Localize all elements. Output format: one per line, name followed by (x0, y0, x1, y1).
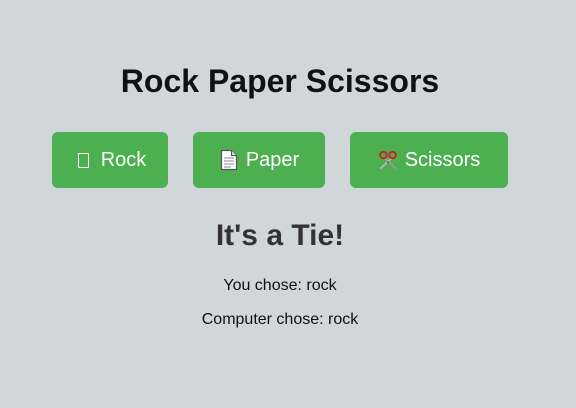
result-message: It's a Tie! (215, 219, 345, 252)
scissors-icon (378, 149, 398, 171)
scissors-button[interactable]: Scissors (350, 132, 508, 188)
game-page: Rock Paper Scissors Rock Paper Scissors … (0, 0, 576, 408)
choice-buttons: Rock Paper Scissors (0, 132, 576, 188)
page-title: Rock Paper Scissors (120, 63, 440, 99)
scissors-button-label: Scissors (404, 148, 481, 171)
rock-button-label: Rock (100, 148, 147, 171)
page-icon (219, 149, 239, 171)
computer-choice-text: Computer chose: rock (201, 311, 359, 328)
paper-button-label: Paper (245, 148, 300, 171)
paper-button[interactable]: Paper (193, 132, 325, 188)
rock-button[interactable]: Rock (52, 132, 168, 188)
player-choice-text: You chose: rock (223, 277, 337, 294)
rock-icon (74, 149, 94, 171)
